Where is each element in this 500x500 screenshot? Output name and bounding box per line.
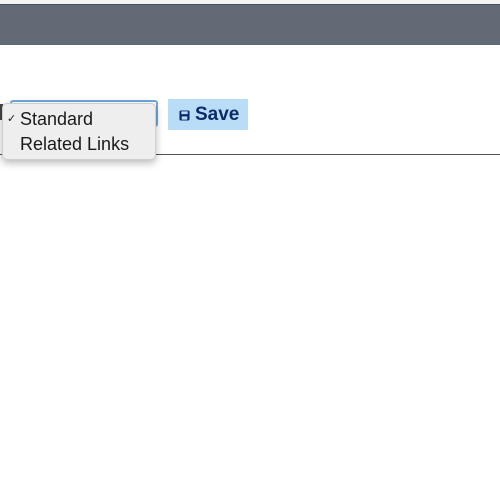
save-button-label: Save bbox=[195, 103, 240, 125]
dropdown-option-label: Standard bbox=[20, 109, 94, 129]
save-button[interactable]: Save bbox=[168, 99, 248, 130]
dropdown-option-standard[interactable]: ✓ Standard bbox=[3, 107, 155, 132]
check-icon: ✓ bbox=[7, 113, 17, 125]
layout-dropdown-menu: ✓ Standard Related Links bbox=[2, 103, 156, 160]
dropdown-option-related-links[interactable]: Related Links bbox=[3, 132, 155, 157]
page: ▴▾ Save ✓ Standard Related Links bbox=[0, 0, 500, 500]
dropdown-option-label: Related Links bbox=[20, 134, 130, 154]
top-navigation-bar bbox=[0, 4, 500, 45]
save-icon bbox=[179, 110, 190, 121]
